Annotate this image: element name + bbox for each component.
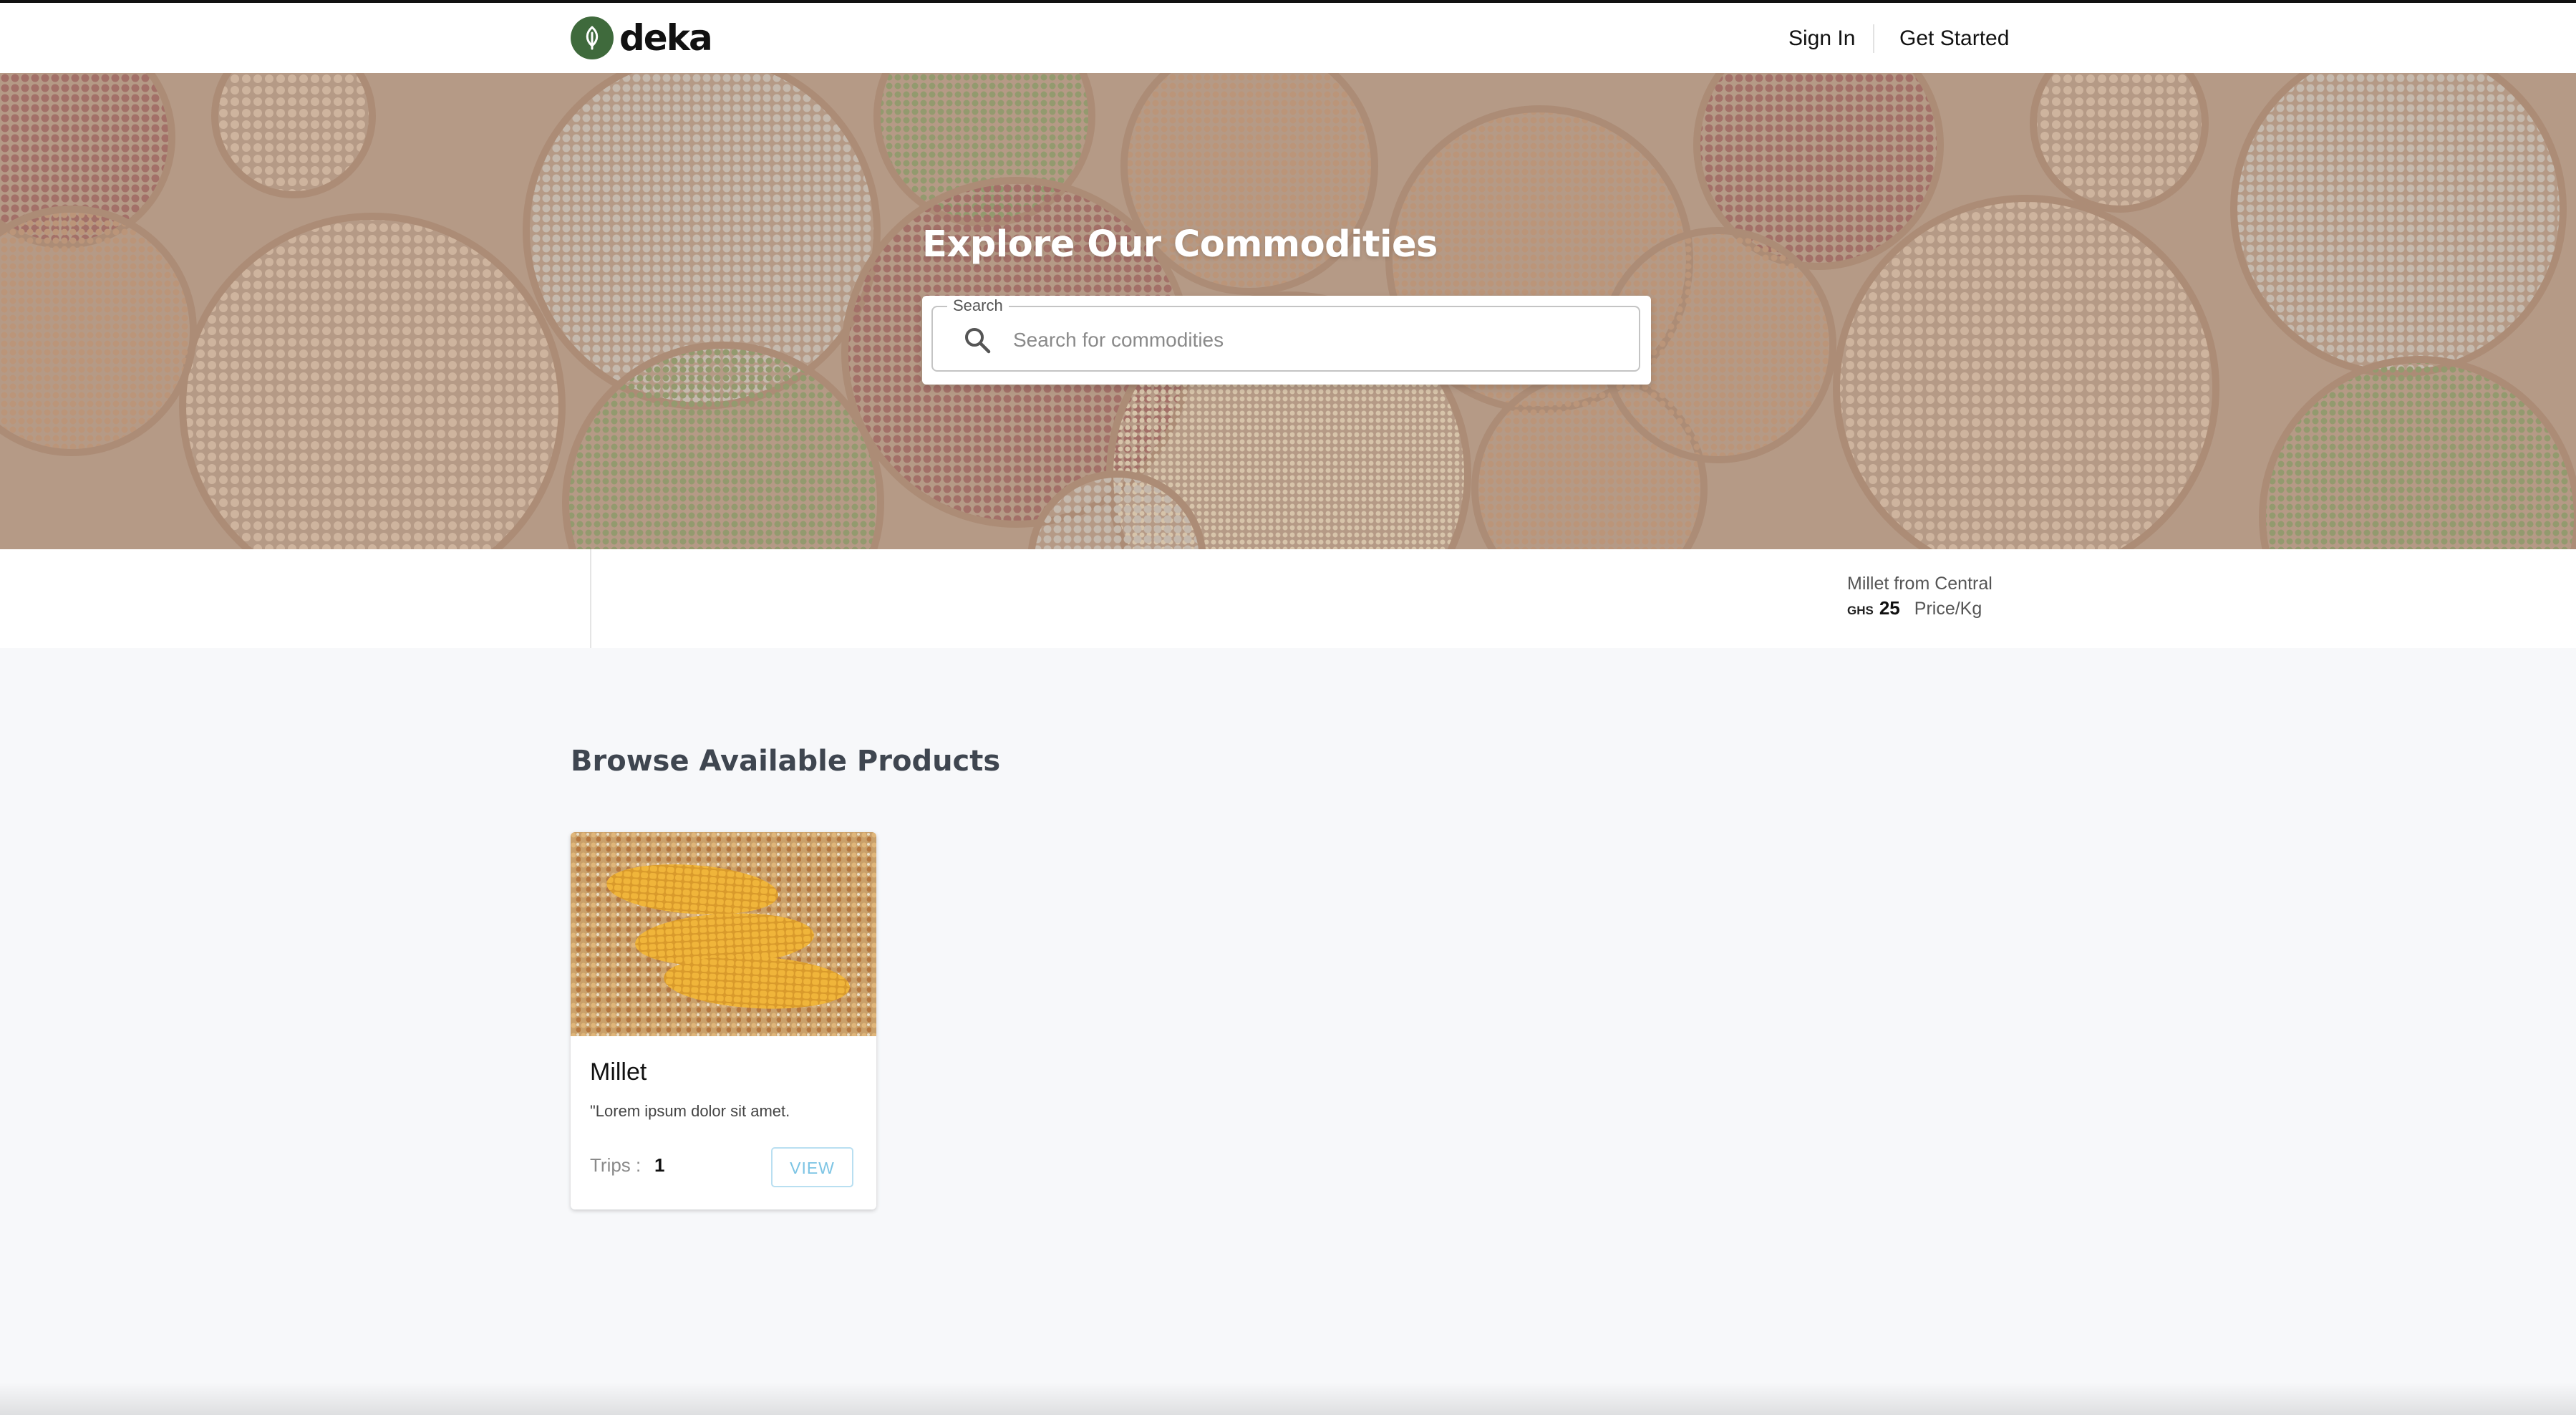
search-field[interactable]: Search <box>931 297 1640 372</box>
product-title: Millet <box>590 1058 647 1086</box>
sign-in-link[interactable]: Sign In <box>1788 23 1855 54</box>
brand-name: deka <box>619 17 713 59</box>
brand-logo[interactable]: deka <box>571 16 713 60</box>
ticker-item: Millet from Central GHS 25 Price/Kg <box>1847 572 1992 624</box>
search-card: Search <box>922 296 1651 385</box>
trips-label: Trips : <box>590 1154 641 1176</box>
hero-title: Explore Our Commodities <box>922 223 1438 266</box>
leaf-icon <box>571 16 614 59</box>
price-ticker: Millet from Central GHS 25 Price/Kg <box>0 549 2576 648</box>
hero-banner: Explore Our Commodities Search <box>0 73 2576 549</box>
product-image <box>571 832 876 1036</box>
bottom-shadow <box>0 1382 2576 1415</box>
search-icon <box>965 328 991 354</box>
product-description: "Lorem ipsum dolor sit amet. <box>590 1102 790 1120</box>
product-card[interactable]: Millet "Lorem ipsum dolor sit amet. Trip… <box>571 832 876 1209</box>
ticker-price-row: GHS 25 Price/Kg <box>1847 595 1992 624</box>
get-started-link[interactable]: Get Started <box>1899 23 2009 54</box>
view-button[interactable]: VIEW <box>771 1147 853 1187</box>
trips-count: 1 <box>654 1154 665 1176</box>
search-label: Search <box>947 297 1009 314</box>
ticker-commodity-name: Millet from Central <box>1847 574 1992 594</box>
ticker-price: 25 <box>1879 597 1900 619</box>
search-input[interactable] <box>1012 322 1616 359</box>
ticker-divider <box>590 549 591 648</box>
ticker-unit: Price/Kg <box>1914 599 1982 619</box>
ticker-currency: GHS <box>1847 604 1874 617</box>
site-header: deka Sign In Get Started <box>0 3 2576 74</box>
section-title: Browse Available Products <box>571 745 1001 778</box>
nav-divider <box>1873 24 1874 53</box>
